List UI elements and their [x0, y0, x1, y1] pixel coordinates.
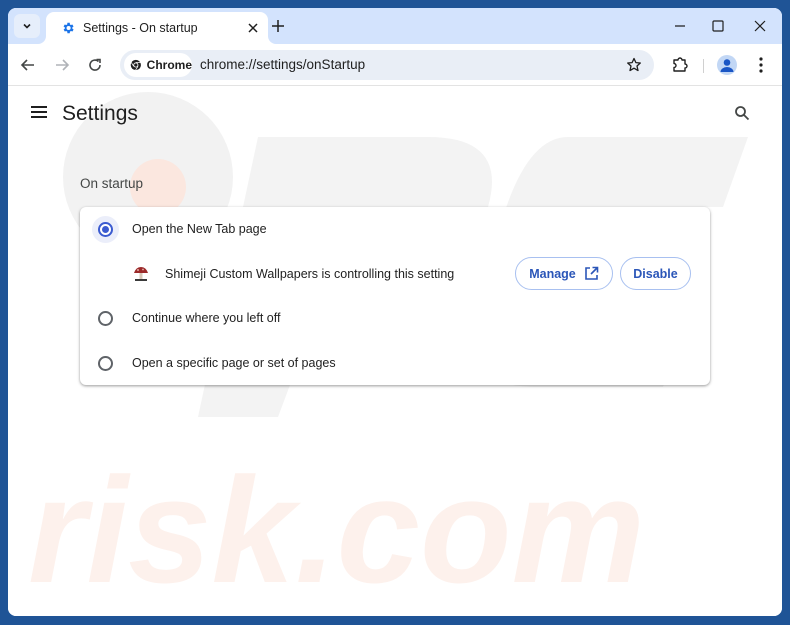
maximize-icon[interactable]: [711, 19, 725, 33]
chrome-logo-icon: [130, 59, 141, 71]
radio-open-new-tab[interactable]: [98, 222, 113, 237]
toolbar: Chrome chrome://settings/onStartup: [8, 44, 782, 86]
extension-control-notice: Shimeji Custom Wallpapers is controlling…: [80, 251, 710, 297]
minimize-icon[interactable]: [673, 19, 687, 33]
svg-text:risk.com: risk.com: [28, 446, 645, 614]
radio-continue[interactable]: [98, 311, 113, 326]
option-label: Open the New Tab page: [132, 222, 267, 236]
startup-options-card: Open the New Tab page Shimeji Custom Wal…: [80, 207, 710, 385]
open-in-new-icon: [584, 266, 599, 280]
tab-close-button[interactable]: [246, 21, 260, 35]
profile-avatar[interactable]: [717, 55, 737, 75]
section-title-on-startup: On startup: [80, 176, 144, 191]
address-bar[interactable]: Chrome chrome://settings/onStartup: [120, 50, 654, 80]
browser-window: Settings - On startup Chrome chrome://se…: [8, 8, 782, 616]
option-continue-where-left-off[interactable]: Continue where you left off: [80, 296, 710, 340]
new-tab-plus-icon[interactable]: [270, 18, 286, 34]
extension-notice-text: Shimeji Custom Wallpapers is controlling…: [165, 267, 455, 281]
site-info-chip[interactable]: Chrome: [124, 53, 192, 77]
more-menu-icon[interactable]: [756, 56, 766, 74]
tab-strip: Settings - On startup: [8, 8, 782, 44]
radio-specific-pages[interactable]: [98, 356, 113, 371]
hamburger-menu-icon[interactable]: [30, 105, 48, 119]
person-icon: [720, 59, 734, 72]
close-window-icon[interactable]: [753, 19, 767, 33]
search-icon[interactable]: [734, 105, 750, 121]
tab-title: Settings - On startup: [83, 21, 198, 35]
option-open-specific-pages[interactable]: Open a specific page or set of pages: [80, 341, 710, 385]
manage-label: Manage: [529, 266, 576, 281]
settings-page: risk.com Settings On startup Open the Ne…: [8, 87, 782, 616]
option-label: Continue where you left off: [132, 311, 281, 325]
option-label: Open a specific page or set of pages: [132, 356, 336, 370]
tab-search-button[interactable]: [14, 14, 40, 38]
close-icon: [248, 23, 258, 33]
option-open-new-tab[interactable]: Open the New Tab page: [80, 207, 710, 251]
forward-arrow-icon[interactable]: [54, 57, 70, 73]
page-title: Settings: [62, 102, 138, 125]
extensions-puzzle-icon[interactable]: [671, 56, 689, 74]
chevron-down-icon: [23, 23, 31, 29]
mushroom-extension-icon: [134, 267, 148, 281]
manage-extension-button[interactable]: Manage: [515, 257, 613, 290]
url-text[interactable]: chrome://settings/onStartup: [200, 57, 365, 72]
toolbar-separator: [703, 59, 704, 73]
bookmark-star-icon[interactable]: [626, 57, 642, 73]
settings-gear-icon: [63, 22, 74, 34]
disable-extension-button[interactable]: Disable: [620, 257, 691, 290]
disable-label: Disable: [633, 266, 678, 281]
back-arrow-icon[interactable]: [20, 57, 36, 73]
chip-label: Chrome: [146, 58, 192, 72]
reload-icon[interactable]: [87, 57, 103, 73]
tab-settings[interactable]: Settings - On startup: [46, 12, 268, 44]
